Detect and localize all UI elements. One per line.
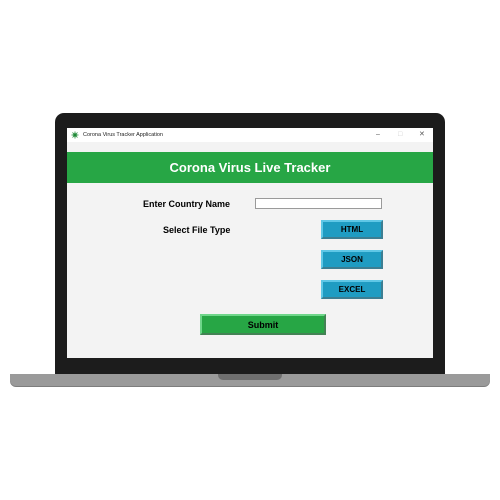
json-button[interactable]: JSON [321,250,383,269]
country-label: Enter Country Name [143,199,231,209]
close-button[interactable]: ✕ [419,130,425,140]
virus-icon [71,131,79,139]
country-name-input[interactable] [255,198,382,209]
laptop-base-notch [218,374,282,380]
page-title: Corona Virus Live Tracker [169,160,331,175]
window-titlebar: Corona Virus Tracker Application – □ ✕ [67,128,433,142]
header-banner: Corona Virus Live Tracker [67,152,433,183]
maximize-button[interactable]: □ [398,130,402,140]
html-button[interactable]: HTML [321,220,383,239]
file-type-label: Select File Type [163,225,231,235]
excel-button[interactable]: EXCEL [321,280,383,299]
submit-button[interactable]: Submit [200,314,326,335]
minimize-button[interactable]: – [376,130,380,140]
app-window: Corona Virus Tracker Application – □ ✕ C… [67,128,433,358]
window-title: Corona Virus Tracker Application [83,132,163,138]
